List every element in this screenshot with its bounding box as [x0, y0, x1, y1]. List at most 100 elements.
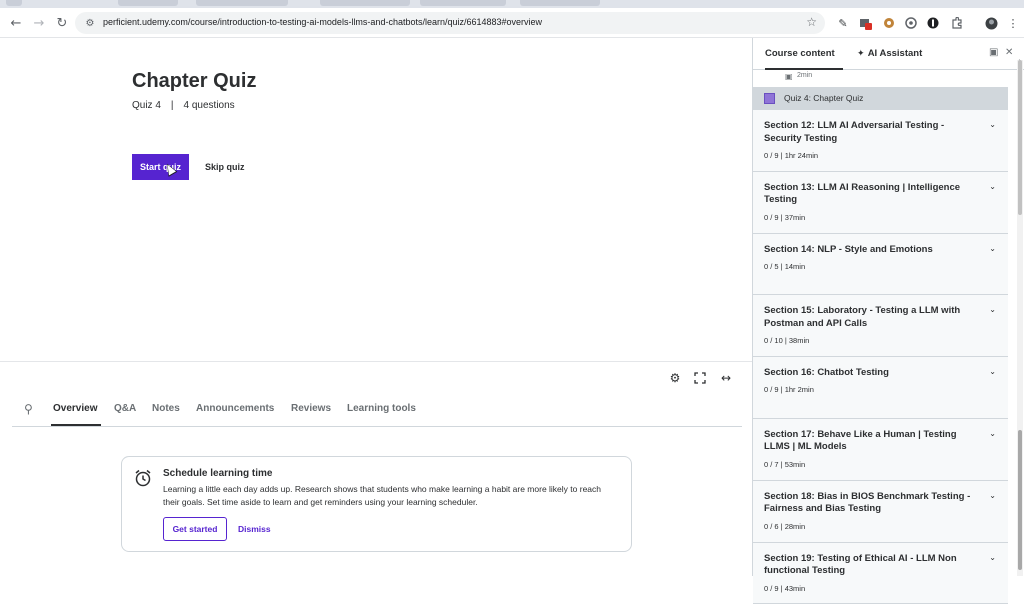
- url-text[interactable]: perficient.udemy.com/course/introduction…: [103, 17, 542, 27]
- address-bar[interactable]: ⚙ perficient.udemy.com/course/introducti…: [75, 12, 825, 34]
- close-icon[interactable]: ✕: [1005, 47, 1013, 58]
- browser-toolbar: ← → ↻ ⚙ perficient.udemy.com/course/intr…: [0, 8, 1024, 38]
- browser-tab[interactable]: [196, 0, 288, 6]
- quiz-number: Quiz 4: [132, 100, 161, 111]
- scrollbar-thumb[interactable]: [1018, 430, 1022, 570]
- chevron-down-icon: ⌄: [989, 367, 996, 377]
- tab-qa[interactable]: Q&A: [114, 403, 136, 414]
- quiz-question-count: 4 questions: [183, 100, 235, 111]
- forward-icon[interactable]: →: [31, 15, 47, 31]
- section-title: Section 13: LLM AI Reasoning | Intellige…: [764, 181, 961, 206]
- tab-reviews[interactable]: Reviews: [291, 403, 331, 414]
- extension-icon[interactable]: [926, 16, 940, 30]
- settings-gear-icon[interactable]: ⚙: [667, 370, 683, 386]
- tab-course-content[interactable]: Course content: [765, 48, 835, 59]
- chevron-down-icon: ⌄: [989, 243, 996, 253]
- tab-ai-assistant[interactable]: ✦ AI Assistant: [857, 48, 922, 59]
- browser-tab[interactable]: [118, 0, 178, 6]
- reload-icon[interactable]: ↻: [54, 15, 70, 31]
- get-started-button[interactable]: Get started: [163, 517, 227, 541]
- player-divider: [0, 361, 752, 362]
- chevron-down-icon: ⌄: [989, 120, 996, 129]
- skip-quiz-button[interactable]: Skip quiz: [200, 154, 250, 180]
- browser-tab[interactable]: [320, 0, 410, 6]
- schedule-learning-card: Schedule learning time Learning a little…: [121, 456, 632, 552]
- section-progress: 0 / 5 | 14min: [764, 261, 806, 271]
- profile-avatar-icon[interactable]: [984, 16, 998, 30]
- section-title: Section 17: Behave Like a Human | Testin…: [764, 428, 957, 453]
- section-progress: 0 / 9 | 1hr 2min: [764, 385, 814, 395]
- extension-icon[interactable]: [904, 16, 918, 30]
- tab-overview[interactable]: Overview: [53, 403, 97, 414]
- tab-announcements[interactable]: Announcements: [196, 403, 274, 414]
- bookmark-star-icon[interactable]: ☆: [806, 15, 817, 29]
- chevron-down-icon: ⌄: [989, 428, 996, 438]
- lecture-area: Chapter Quiz Quiz 4 | 4 questions Start qu…: [0, 38, 752, 576]
- back-icon[interactable]: ←: [8, 15, 24, 31]
- browser-menu-icon[interactable]: ⋮: [1006, 16, 1020, 30]
- card-title: Schedule learning time: [163, 468, 273, 479]
- tab-notes[interactable]: Notes: [152, 403, 180, 414]
- section-item[interactable]: Section 19: Testing of Ethical AI - LLM …: [753, 542, 1008, 604]
- fullscreen-icon[interactable]: [692, 370, 708, 386]
- section-item[interactable]: Section 12: LLM AI Adversarial Testing -…: [753, 110, 1008, 172]
- section-title: Section 18: Bias in BIOS Benchmark Testi…: [764, 490, 971, 515]
- chevron-down-icon: ⌄: [989, 552, 996, 562]
- active-tab-underline: [51, 424, 101, 426]
- course-sidebar: Course content ✦ AI Assistant ▣ ✕ ▣ 2min…: [752, 38, 1024, 604]
- quiz-title: Chapter Quiz: [132, 70, 257, 92]
- video-icon: ▣: [785, 72, 793, 81]
- browser-tab[interactable]: [420, 0, 506, 6]
- quiz-meta-separator: |: [170, 100, 174, 111]
- tab-learning-tools[interactable]: Learning tools: [347, 403, 416, 414]
- section-progress: 0 / 9 | 43min: [764, 583, 806, 593]
- section-item[interactable]: Section 18: Bias in BIOS Benchmark Testi…: [753, 480, 1008, 543]
- section-title: Section 14: NLP - Style and Emotions: [764, 243, 933, 255]
- chevron-down-icon: ⌄: [989, 490, 996, 500]
- section-item[interactable]: Section 16: Chatbot Testing 0 / 9 | 1hr …: [753, 357, 1008, 419]
- extensions-puzzle-icon[interactable]: [950, 16, 964, 30]
- search-icon[interactable]: ⚲: [24, 402, 33, 416]
- extension-icon[interactable]: [882, 16, 896, 30]
- section-item[interactable]: Section 17: Behave Like a Human | Testin…: [753, 418, 1008, 481]
- section-item[interactable]: Section 13: LLM AI Reasoning | Intellige…: [753, 171, 1008, 234]
- dismiss-button[interactable]: Dismiss: [232, 517, 277, 541]
- section-title: Section 16: Chatbot Testing: [764, 367, 889, 379]
- section-progress: 0 / 10 | 38min: [764, 336, 810, 346]
- sidebar-tabs: Course content ✦ AI Assistant ▣ ✕: [753, 38, 1024, 70]
- section-list: Section 12: LLM AI Adversarial Testing -…: [753, 110, 1008, 604]
- course-tabs: ⚲ Overview Q&A Notes Announcements Revie…: [12, 393, 742, 427]
- section-title: Section 12: LLM AI Adversarial Testing -…: [764, 120, 945, 144]
- section-title: Section 19: Testing of Ethical AI - LLM …: [764, 552, 957, 577]
- scrollbar-thumb[interactable]: [1018, 60, 1022, 215]
- section-progress: 0 / 6 | 28min: [764, 521, 806, 531]
- extension-icon[interactable]: [858, 16, 872, 30]
- browser-tab[interactable]: [520, 0, 600, 6]
- section-progress: 0 / 9 | 1hr 24min: [764, 151, 819, 160]
- site-info-icon[interactable]: ⚙: [83, 16, 97, 30]
- chevron-down-icon: ⌄: [989, 305, 996, 315]
- section-progress: 0 / 7 | 53min: [764, 459, 806, 469]
- section-title: Section 15: Laboratory - Testing a LLM w…: [764, 305, 961, 329]
- chevron-down-icon: ⌄: [989, 181, 996, 191]
- completion-checkbox[interactable]: [764, 93, 775, 104]
- lecture-duration: 2min: [797, 72, 813, 79]
- tab-ai-assistant-label: AI Assistant: [867, 48, 923, 59]
- expand-width-icon[interactable]: ↔: [718, 370, 734, 386]
- previous-lecture-item[interactable]: ▣ 2min: [753, 70, 1013, 86]
- quiz-meta: Quiz 4 | 4 questions: [132, 100, 235, 111]
- browser-tab[interactable]: [6, 0, 22, 6]
- alarm-clock-icon: [134, 469, 152, 491]
- current-item-label: Quiz 4: Chapter Quiz: [784, 93, 864, 103]
- current-quiz-item[interactable]: Quiz 4: Chapter Quiz: [753, 87, 1008, 110]
- section-item[interactable]: Section 14: NLP - Style and Emotions 0 /…: [753, 233, 1008, 296]
- browser-tab-strip: [0, 0, 1024, 8]
- pen-extension-icon[interactable]: ✎: [836, 16, 850, 30]
- sparkle-icon: ✦: [857, 49, 868, 59]
- section-item[interactable]: Section 15: Laboratory - Testing a LLM w…: [753, 295, 1008, 358]
- sidebar-scrollbar[interactable]: [1017, 60, 1023, 576]
- section-progress: 0 / 9 | 37min: [764, 212, 806, 222]
- card-body: Learning a little each day adds up. Rese…: [163, 484, 601, 507]
- start-quiz-button[interactable]: Start quiz: [132, 154, 189, 180]
- popout-icon[interactable]: ▣: [989, 47, 998, 58]
